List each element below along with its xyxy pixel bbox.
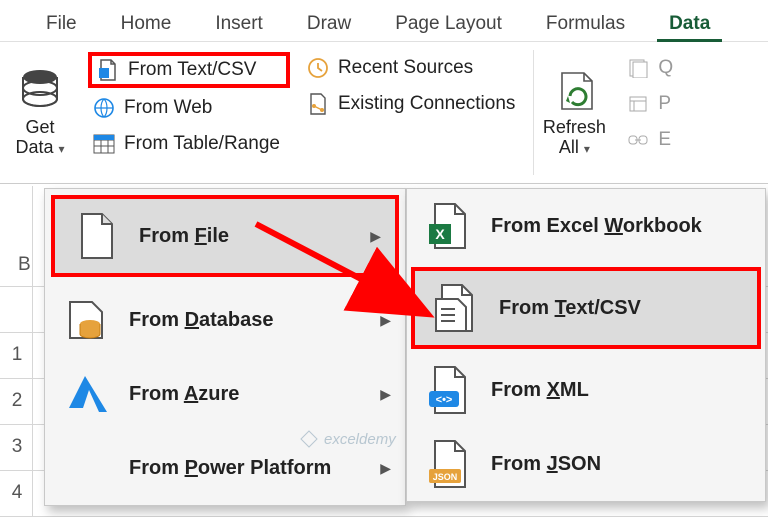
row-header-4[interactable]: 4: [6, 482, 28, 504]
existing-connections-button[interactable]: Existing Connections: [302, 88, 525, 120]
tab-formulas[interactable]: Formulas: [524, 5, 647, 41]
table-icon: [92, 132, 116, 156]
file-icon: [73, 213, 119, 259]
tab-home[interactable]: Home: [99, 5, 194, 41]
from-web-button[interactable]: From Web: [88, 92, 290, 124]
recent-icon: [306, 56, 330, 80]
existing-connections-label: Existing Connections: [338, 93, 515, 115]
submenu-excel-workbook[interactable]: X From Excel Workbook: [407, 189, 765, 263]
svg-text:<•>: <•>: [436, 394, 453, 406]
recent-sources-button[interactable]: Recent Sources: [302, 52, 525, 84]
refresh-label-2: All ▾: [559, 138, 590, 158]
menu-from-database[interactable]: From Database ▶: [45, 283, 405, 357]
from-table-range-button[interactable]: From Table/Range: [88, 128, 290, 160]
tab-insert[interactable]: Insert: [193, 5, 285, 41]
gridline: [32, 186, 33, 516]
queries-label: Q: [658, 57, 673, 79]
submenu-textcsv-label: From Text/CSV: [499, 297, 641, 320]
column-header-b[interactable]: B: [18, 254, 31, 276]
globe-icon: [92, 96, 116, 120]
tab-file[interactable]: File: [24, 5, 99, 41]
excel-file-icon: X: [425, 203, 471, 249]
properties-label: P: [658, 93, 671, 115]
menu-from-power-platform[interactable]: From Power Platform ▶: [45, 431, 405, 505]
ribbon-tabs: File Home Insert Draw Page Layout Formul…: [0, 0, 768, 42]
textcsv-icon: [96, 58, 120, 82]
connections-icon: [306, 92, 330, 116]
get-data-button[interactable]: Get Data ▾: [4, 48, 76, 177]
database-icon: [17, 68, 63, 114]
azure-icon: [63, 371, 109, 417]
tab-draw[interactable]: Draw: [285, 5, 373, 41]
menu-from-power-label: From Power Platform: [129, 457, 331, 480]
submenu-xml[interactable]: <•> From XML: [407, 353, 765, 427]
editlinks-button[interactable]: E: [622, 124, 683, 156]
tab-data[interactable]: Data: [647, 5, 732, 41]
from-text-csv-button[interactable]: From Text/CSV: [88, 52, 290, 88]
from-table-range-label: From Table/Range: [124, 133, 280, 155]
editlinks-icon: [626, 128, 650, 152]
chevron-right-icon: ▶: [380, 460, 391, 477]
chevron-right-icon: ▶: [380, 386, 391, 403]
textcsv-file-icon: [433, 285, 479, 331]
get-data-label-1: Get: [25, 118, 54, 138]
row-header-3[interactable]: 3: [6, 436, 28, 458]
refresh-icon: [551, 68, 597, 114]
refresh-all-button[interactable]: Refresh All ▾: [538, 48, 610, 177]
fromfile-submenu: X From Excel Workbook From Text/CSV <•> …: [406, 188, 766, 502]
database-folder-icon: [63, 297, 109, 343]
submenu-xml-label: From XML: [491, 379, 589, 402]
row-header-1[interactable]: 1: [6, 344, 28, 366]
queries-button[interactable]: Q: [622, 52, 683, 84]
row-header-2[interactable]: 2: [6, 390, 28, 412]
menu-from-file[interactable]: From File ▶: [51, 195, 399, 277]
ribbon-content: Get Data ▾ From Text/CSV From Web: [0, 42, 768, 184]
submenu-text-csv[interactable]: From Text/CSV: [411, 267, 761, 349]
submenu-excel-label: From Excel Workbook: [491, 215, 702, 238]
queries-icon: [626, 56, 650, 80]
menu-from-file-label: From File: [139, 225, 229, 248]
submenu-json[interactable]: JSON From JSON: [407, 427, 765, 501]
getdata-menu: From File ▶ From Database ▶ From Azure ▶…: [44, 188, 406, 506]
from-web-label: From Web: [124, 97, 212, 119]
json-file-icon: JSON: [425, 441, 471, 487]
xml-file-icon: <•>: [425, 367, 471, 413]
from-text-csv-label: From Text/CSV: [128, 59, 256, 81]
menu-from-database-label: From Database: [129, 309, 274, 332]
properties-button[interactable]: P: [622, 88, 683, 120]
menu-from-azure-label: From Azure: [129, 383, 239, 406]
svg-text:X: X: [435, 226, 445, 242]
get-data-label-2: Data ▾: [15, 138, 64, 158]
submenu-json-label: From JSON: [491, 453, 601, 476]
menu-from-azure[interactable]: From Azure ▶: [45, 357, 405, 431]
properties-icon: [626, 92, 650, 116]
refresh-label-1: Refresh: [543, 118, 606, 138]
chevron-right-icon: ▶: [380, 312, 391, 329]
tab-pagelayout[interactable]: Page Layout: [373, 5, 524, 41]
recent-sources-label: Recent Sources: [338, 57, 473, 79]
svg-text:JSON: JSON: [433, 472, 458, 482]
chevron-right-icon: ▶: [370, 228, 381, 245]
editlinks-label: E: [658, 129, 671, 151]
